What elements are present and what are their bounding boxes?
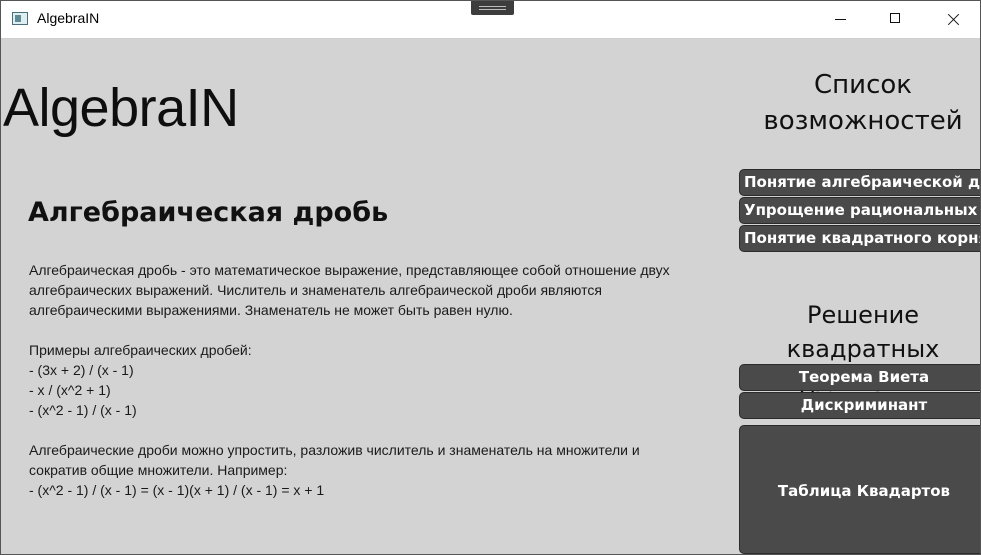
- app-window: AlgebraIN AlgebraIN Алгебраическая дробь…: [0, 0, 981, 555]
- button-label: Понятие алгебраической дро: [744, 173, 981, 191]
- button-label: Таблица Квадартов: [777, 482, 951, 500]
- topic-simplify-rational-button[interactable]: Упрощение рациональных в: [739, 197, 981, 224]
- article-body: Алгебраическая дробь - это математическо…: [29, 262, 670, 498]
- topic-square-root-button[interactable]: Понятие квадратного корня: [739, 225, 981, 252]
- maximize-button[interactable]: [873, 1, 919, 38]
- button-label: Упрощение рациональных в: [744, 201, 981, 219]
- article-title: Алгебраическая дробь: [28, 197, 389, 228]
- topic-algebraic-fraction-button[interactable]: Понятие алгебраической дро: [739, 169, 981, 196]
- button-label: Понятие квадратного корня: [744, 229, 981, 247]
- button-label: Дискриминант: [800, 396, 928, 414]
- vieta-theorem-button[interactable]: Теорема Виета: [739, 364, 980, 391]
- button-label: Теорема Виета: [798, 368, 930, 386]
- title-bar[interactable]: AlgebraIN: [1, 1, 980, 39]
- squares-table-button[interactable]: Таблица Квадартов: [739, 425, 980, 554]
- app-logo: AlgebraIN: [3, 78, 239, 138]
- discriminant-button[interactable]: Дискриминант: [739, 392, 980, 419]
- features-heading-text: Список возможностей: [763, 70, 963, 136]
- minimize-button[interactable]: [818, 1, 864, 38]
- close-button[interactable]: [930, 1, 976, 38]
- drag-handle-icon[interactable]: [471, 1, 514, 15]
- window-title: AlgebraIN: [37, 10, 100, 26]
- app-window-icon: [12, 12, 28, 25]
- features-heading: Список возможностей: [740, 67, 980, 139]
